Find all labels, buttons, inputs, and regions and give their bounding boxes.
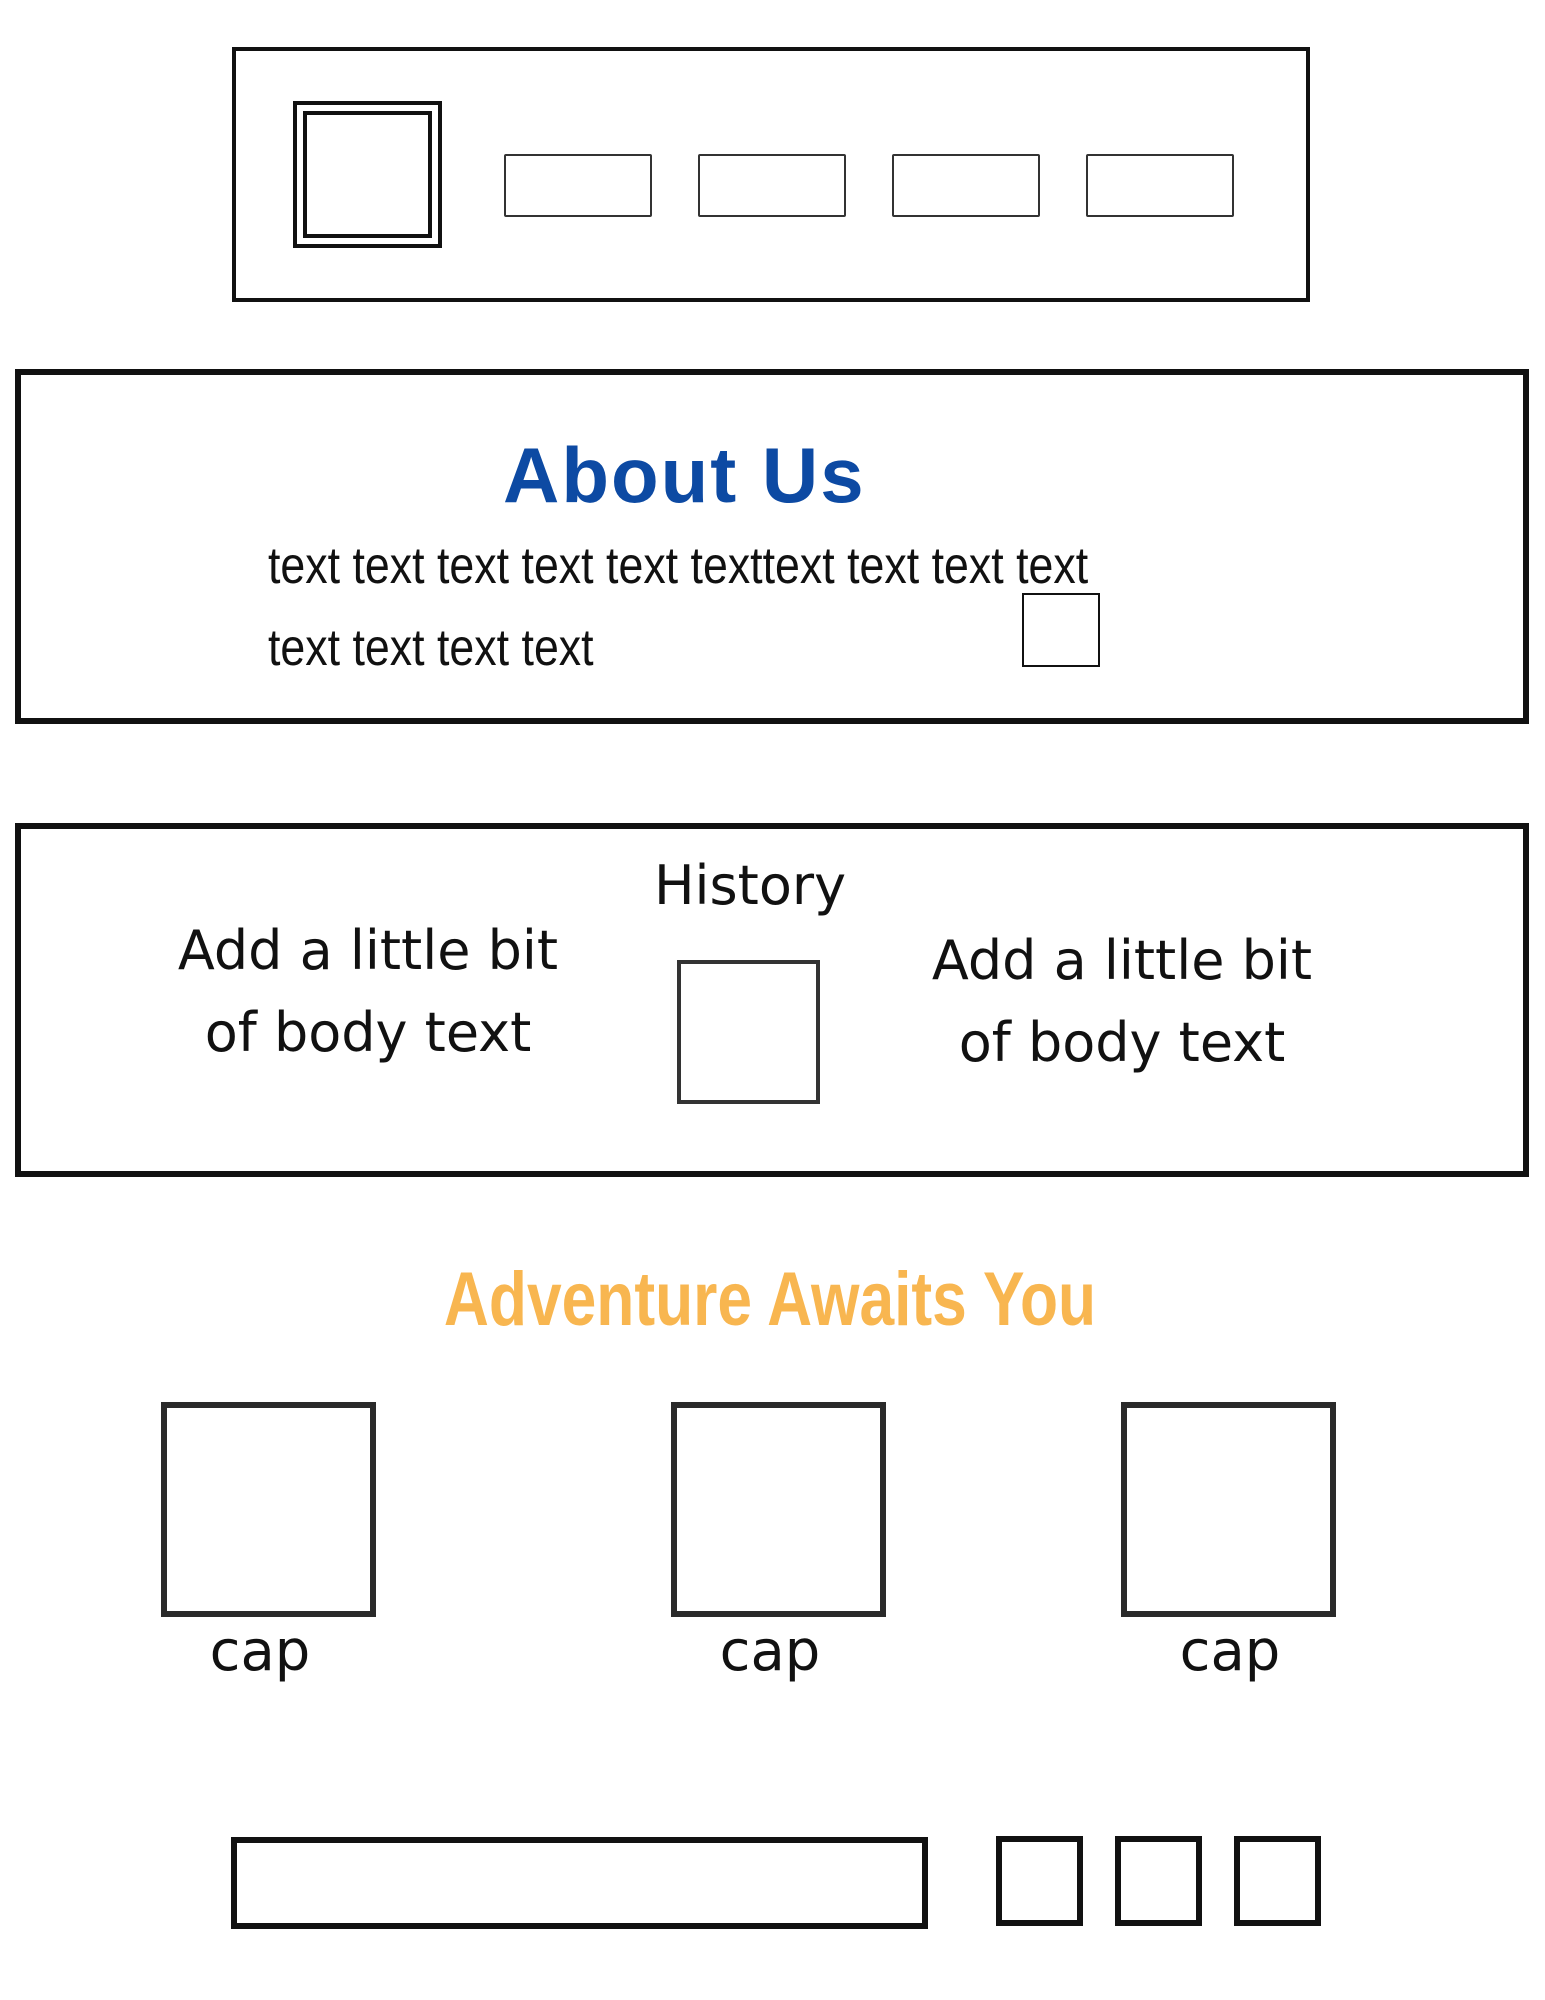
about-text: text text text text text texttext text t… xyxy=(268,525,1094,689)
gallery-image-2[interactable] xyxy=(671,1402,886,1617)
history-body-left-line-1: Add a little bit xyxy=(177,919,559,982)
footer-social-icon-1[interactable] xyxy=(996,1836,1083,1926)
adventure-title: Adventure Awaits You xyxy=(443,1257,1097,1342)
nav-button-3[interactable] xyxy=(892,154,1040,217)
history-body-left: Add a little bit of body text xyxy=(128,910,608,1074)
nav-button-1[interactable] xyxy=(504,154,652,217)
history-body-left-line-2: of body text xyxy=(204,1001,532,1064)
gallery-image-3[interactable] xyxy=(1121,1402,1336,1617)
history-image-placeholder xyxy=(677,960,820,1104)
about-text-line-2: text text text text xyxy=(268,619,594,677)
about-text-line-1: text text text text text texttext text t… xyxy=(268,537,1089,595)
gallery-caption-2: cap xyxy=(719,1619,821,1684)
footer-bar[interactable] xyxy=(231,1837,928,1929)
nav-button-2[interactable] xyxy=(698,154,846,217)
history-body-right-line-1: Add a little bit xyxy=(931,929,1313,992)
history-body-right-line-2: of body text xyxy=(958,1011,1286,1074)
gallery-caption-1: cap xyxy=(209,1619,311,1684)
logo-placeholder-inner xyxy=(303,111,432,238)
footer-social-icon-3[interactable] xyxy=(1234,1836,1321,1926)
gallery-image-1[interactable] xyxy=(161,1402,376,1617)
history-body-right: Add a little bit of body text xyxy=(882,920,1362,1084)
nav-button-4[interactable] xyxy=(1086,154,1234,217)
history-title: History xyxy=(653,854,847,917)
about-image-placeholder xyxy=(1022,593,1100,667)
footer-social-icon-2[interactable] xyxy=(1115,1836,1202,1926)
gallery-caption-3: cap xyxy=(1179,1619,1281,1684)
about-title: About Us xyxy=(503,431,866,519)
